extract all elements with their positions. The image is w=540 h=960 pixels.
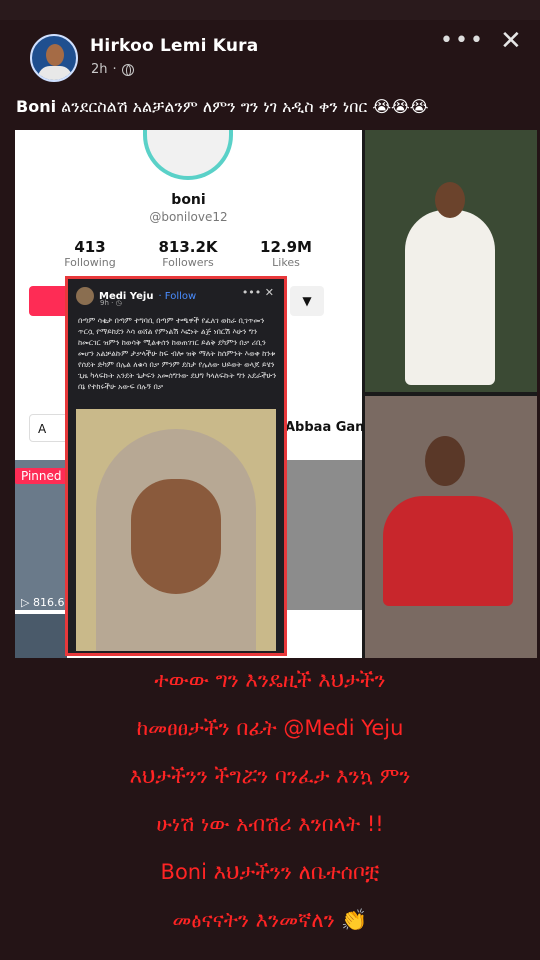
embedded-close-icon: ••• ✕ [241, 286, 274, 299]
globe-icon [121, 63, 134, 76]
overlay-line: ተውው ግን እንዴዚች እህታችን [154, 668, 386, 692]
chevron-down-icon: ▼ [290, 286, 324, 316]
photo-red-shirt [365, 396, 537, 658]
post-image-collage[interactable]: boni @bonilove12 413 Following 813.2K Fo… [15, 130, 537, 658]
tiktok-tab-right: Abbaa Gan [285, 420, 365, 435]
overlay-line: መፅናናትን እንመኛለን 👏 [172, 908, 368, 932]
overlay-line: ሁነሽ ነው አብሽሪ እንበላት !! [156, 812, 384, 836]
author-avatar[interactable] [30, 34, 78, 82]
embedded-post-screenshot: Medi Yeju · Follow 9h · ◷ ••• ✕ በጣም ሳቂታ … [65, 276, 287, 656]
embedded-time: 9h · ◷ [100, 299, 122, 307]
embedded-post-text: በጣም ሳቂታ በጣም ተግባቢ በጣም ተጫዋች የፈለገ ወከራ ቢገጥመን… [78, 316, 277, 391]
video-thumbnail [15, 614, 67, 658]
more-icon[interactable]: ••• [440, 28, 485, 53]
embedded-photo [76, 409, 276, 651]
stat-likes: 12.9M Likes [260, 238, 312, 269]
stat-following: 413 Following [64, 238, 116, 269]
caption-text: ልንደርስልሽ አልቻልንም ለምን ግን ነገ አዲስ ቀን ነበር 😭😭😭 [56, 97, 429, 116]
stat-followers: 813.2K Followers [158, 238, 218, 269]
caption-bold-name: Boni [16, 97, 57, 116]
overlay-line: ከመፀፀታችን በፊት @Medi Yeju [136, 716, 404, 740]
close-icon[interactable]: ✕ [500, 26, 522, 56]
tiktok-avatar [143, 130, 233, 180]
tiktok-username: @bonilove12 [149, 210, 228, 224]
status-bar-strip [0, 0, 540, 20]
post-time: 2h [91, 62, 108, 77]
overlay-line: እህታችንን ችግሯን ባንፈታ እንኳ ምን [129, 764, 411, 788]
pinned-badge: Pinned [15, 468, 68, 484]
view-count: ▷ 816.6 [21, 596, 65, 609]
tiktok-handle: boni [171, 192, 206, 208]
embedded-follow: · Follow [158, 290, 197, 302]
overlay-line: Boni እህታችንን ለቤተሰቦቿ [160, 860, 380, 884]
post-caption: Boni ልንደርስልሽ አልቻልንም ለምን ግን ነገ አዲስ ቀን ነበር… [16, 96, 526, 118]
video-thumbnail [287, 460, 362, 610]
post-meta: 2h · [91, 62, 134, 77]
overlay-message: ተውው ግን እንዴዚች እህታችን ከመፀፀታችን በፊት @Medi Yej… [0, 656, 540, 944]
photo-white-dress [365, 130, 537, 392]
embedded-avatar [76, 287, 94, 305]
author-name[interactable]: Hirkoo Lemi Kura [90, 36, 258, 56]
post-header: Hirkoo Lemi Kura 2h · ••• ✕ [0, 20, 540, 95]
